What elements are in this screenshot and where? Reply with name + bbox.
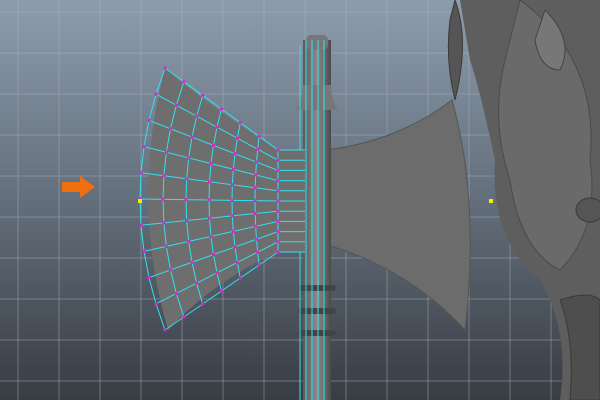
mesh-vertex[interactable] <box>215 125 219 129</box>
mesh-vertex[interactable] <box>162 174 166 178</box>
mesh-vertex[interactable] <box>162 221 166 225</box>
mesh-vertex[interactable] <box>201 93 205 97</box>
mesh-vertex[interactable] <box>185 218 189 223</box>
mesh-vertex[interactable] <box>142 145 146 149</box>
mesh-vertex[interactable] <box>238 121 242 125</box>
mesh-vertex[interactable] <box>209 234 213 238</box>
mesh-vertex[interactable] <box>219 107 224 111</box>
mesh-vertex[interactable] <box>139 223 143 227</box>
pivot-marker-left <box>138 199 142 203</box>
mesh-vertex[interactable] <box>276 219 280 223</box>
mesh-vertex[interactable] <box>168 268 173 272</box>
mesh-vertex[interactable] <box>195 281 199 285</box>
mesh-vertex[interactable] <box>182 315 186 319</box>
mesh-vertex[interactable] <box>182 80 186 84</box>
mesh-vertex[interactable] <box>163 66 167 70</box>
mesh-vertex[interactable] <box>276 158 280 162</box>
mesh-vertex[interactable] <box>154 92 158 96</box>
mesh-vertex[interactable] <box>230 198 234 202</box>
mesh-vertex[interactable] <box>253 211 257 216</box>
mesh-vertex[interactable] <box>231 167 235 171</box>
mesh-vertex[interactable] <box>164 150 168 154</box>
mesh-vertex[interactable] <box>276 240 280 244</box>
mesh-vertex[interactable] <box>235 260 239 265</box>
mesh-vertex[interactable] <box>276 199 280 203</box>
mesh-vertex[interactable] <box>235 136 239 140</box>
mesh-vertex[interactable] <box>276 179 280 183</box>
3d-viewport[interactable] <box>0 0 600 400</box>
mesh-vertex[interactable] <box>195 114 199 118</box>
mesh-vertex[interactable] <box>161 197 165 201</box>
mesh-vertex[interactable] <box>207 216 212 220</box>
mesh-vertex[interactable] <box>276 189 280 193</box>
mesh-vertex[interactable] <box>276 209 280 213</box>
mesh-vertex[interactable] <box>147 276 151 280</box>
mesh-vertex[interactable] <box>142 249 146 253</box>
mesh-vertex[interactable] <box>211 143 216 147</box>
mesh-vertex[interactable] <box>276 250 280 254</box>
mesh-vertex[interactable] <box>147 118 151 122</box>
mesh-vertex[interactable] <box>190 260 194 264</box>
mesh-vertex[interactable] <box>207 180 212 184</box>
mesh-vertex[interactable] <box>163 328 167 332</box>
mesh-vertex[interactable] <box>276 168 280 172</box>
mesh-vertex[interactable] <box>211 253 216 257</box>
mesh-vertex[interactable] <box>207 198 211 202</box>
mesh-vertex[interactable] <box>187 156 191 160</box>
mesh-vertex[interactable] <box>233 245 237 249</box>
mesh-vertex[interactable] <box>276 230 280 234</box>
mesh-vertex[interactable] <box>219 289 224 293</box>
mesh-vertex[interactable] <box>254 160 259 164</box>
mesh-vertex[interactable] <box>190 135 194 139</box>
mesh-vertex[interactable] <box>230 183 234 187</box>
mesh-vertex[interactable] <box>164 244 168 248</box>
mesh-vertex[interactable] <box>256 250 260 254</box>
pivot-marker-right <box>489 199 493 203</box>
mesh-vertex[interactable] <box>139 171 143 175</box>
mesh-vertex[interactable] <box>233 152 237 156</box>
mesh-vertex[interactable] <box>238 276 242 280</box>
mesh-vertex[interactable] <box>174 103 178 107</box>
mesh-vertex[interactable] <box>168 127 173 131</box>
mesh-vertex[interactable] <box>230 214 234 218</box>
mesh-vertex[interactable] <box>231 229 235 233</box>
mesh-vertex[interactable] <box>201 302 205 306</box>
mesh-vertex[interactable] <box>174 291 178 296</box>
mesh-vertex[interactable] <box>253 199 257 203</box>
mesh-vertex[interactable] <box>257 134 261 138</box>
mesh-vertex[interactable] <box>209 162 213 166</box>
mesh-vertex[interactable] <box>154 302 158 306</box>
mesh-vertex[interactable] <box>254 224 258 228</box>
mesh-vertex[interactable] <box>184 198 188 202</box>
mesh-vertex[interactable] <box>185 177 189 181</box>
mesh-vertex[interactable] <box>215 271 219 275</box>
mesh-vertex[interactable] <box>254 237 259 241</box>
mesh-vertex[interactable] <box>256 147 260 151</box>
mesh-vertex[interactable] <box>254 173 258 177</box>
mesh-vertex[interactable] <box>187 239 191 243</box>
mesh-vertex[interactable] <box>276 148 280 152</box>
mesh-vertex[interactable] <box>253 186 257 190</box>
viewport-canvas[interactable] <box>0 0 600 400</box>
mesh-vertex[interactable] <box>257 263 261 267</box>
